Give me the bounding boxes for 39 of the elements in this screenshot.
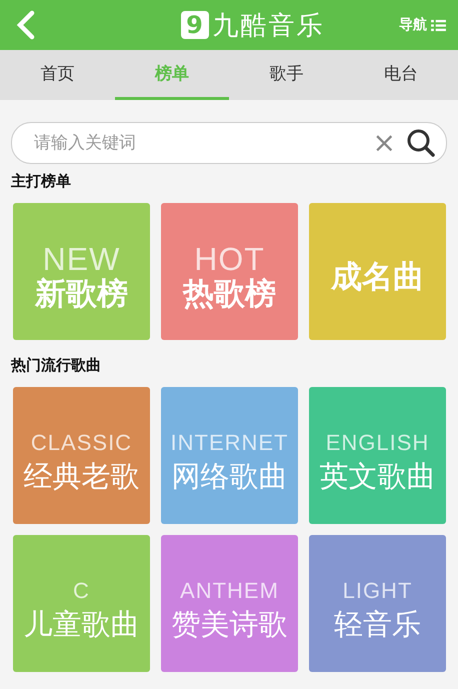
playlist-tile[interactable]: 成名曲	[309, 203, 446, 340]
tile-subtitle: ANTHEM	[180, 576, 279, 604]
tile-title: 网络歌曲	[172, 458, 288, 494]
tile-title: 成名曲	[331, 258, 424, 294]
tile-title: 轻音乐	[334, 606, 421, 642]
search-field[interactable]: 请输入关键词 ×	[11, 122, 447, 164]
playlist-tile[interactable]: ENGLISH 英文歌曲	[309, 387, 446, 524]
clear-button[interactable]: ×	[362, 128, 406, 158]
playlist-tile[interactable]: LIGHT 轻音乐	[309, 535, 446, 672]
tile-title: 经典老歌	[24, 458, 140, 494]
app-title: 九酷音乐	[212, 10, 324, 42]
tab[interactable]: 首页	[0, 50, 114, 100]
playlist-tile[interactable]: NEW 新歌榜	[13, 203, 150, 340]
tile-subtitle: LIGHT	[342, 576, 412, 604]
playlist-tile[interactable]: INTERNET 网络歌曲	[161, 387, 298, 524]
logo-mark: 9	[180, 11, 208, 39]
tab[interactable]: 电台	[344, 50, 458, 100]
tile-subtitle: INTERNET	[170, 428, 288, 456]
tile-subtitle: HOT	[194, 242, 265, 276]
tile-subtitle: NEW	[42, 242, 120, 276]
tile-title: 赞美诗歌	[172, 606, 288, 642]
menu-icon	[431, 18, 446, 32]
tile-title: 儿童歌曲	[24, 606, 140, 642]
tab[interactable]: 歌手	[229, 50, 344, 100]
search-icon[interactable]	[406, 128, 436, 158]
tile-title: 热歌榜	[183, 276, 276, 312]
playlist-tile[interactable]: CLASSIC 经典老歌	[13, 387, 150, 524]
section-title: 热门流行歌曲	[11, 356, 102, 375]
playlist-tile[interactable]: HOT 热歌榜	[161, 203, 298, 340]
playlist-tile[interactable]: ANTHEM 赞美诗歌	[161, 535, 298, 672]
tile-subtitle: ENGLISH	[326, 428, 430, 456]
navigation-button[interactable]: 导航	[399, 16, 446, 34]
tile-subtitle: C	[73, 576, 90, 604]
tile-title: 英文歌曲	[320, 458, 436, 494]
section-title: 主打榜单	[11, 172, 72, 191]
playlist-tile[interactable]: C 儿童歌曲	[13, 535, 150, 672]
tile-subtitle: CLASSIC	[30, 428, 132, 456]
tab[interactable]: 榜单	[114, 50, 229, 100]
tile-title: 新歌榜	[35, 276, 128, 312]
